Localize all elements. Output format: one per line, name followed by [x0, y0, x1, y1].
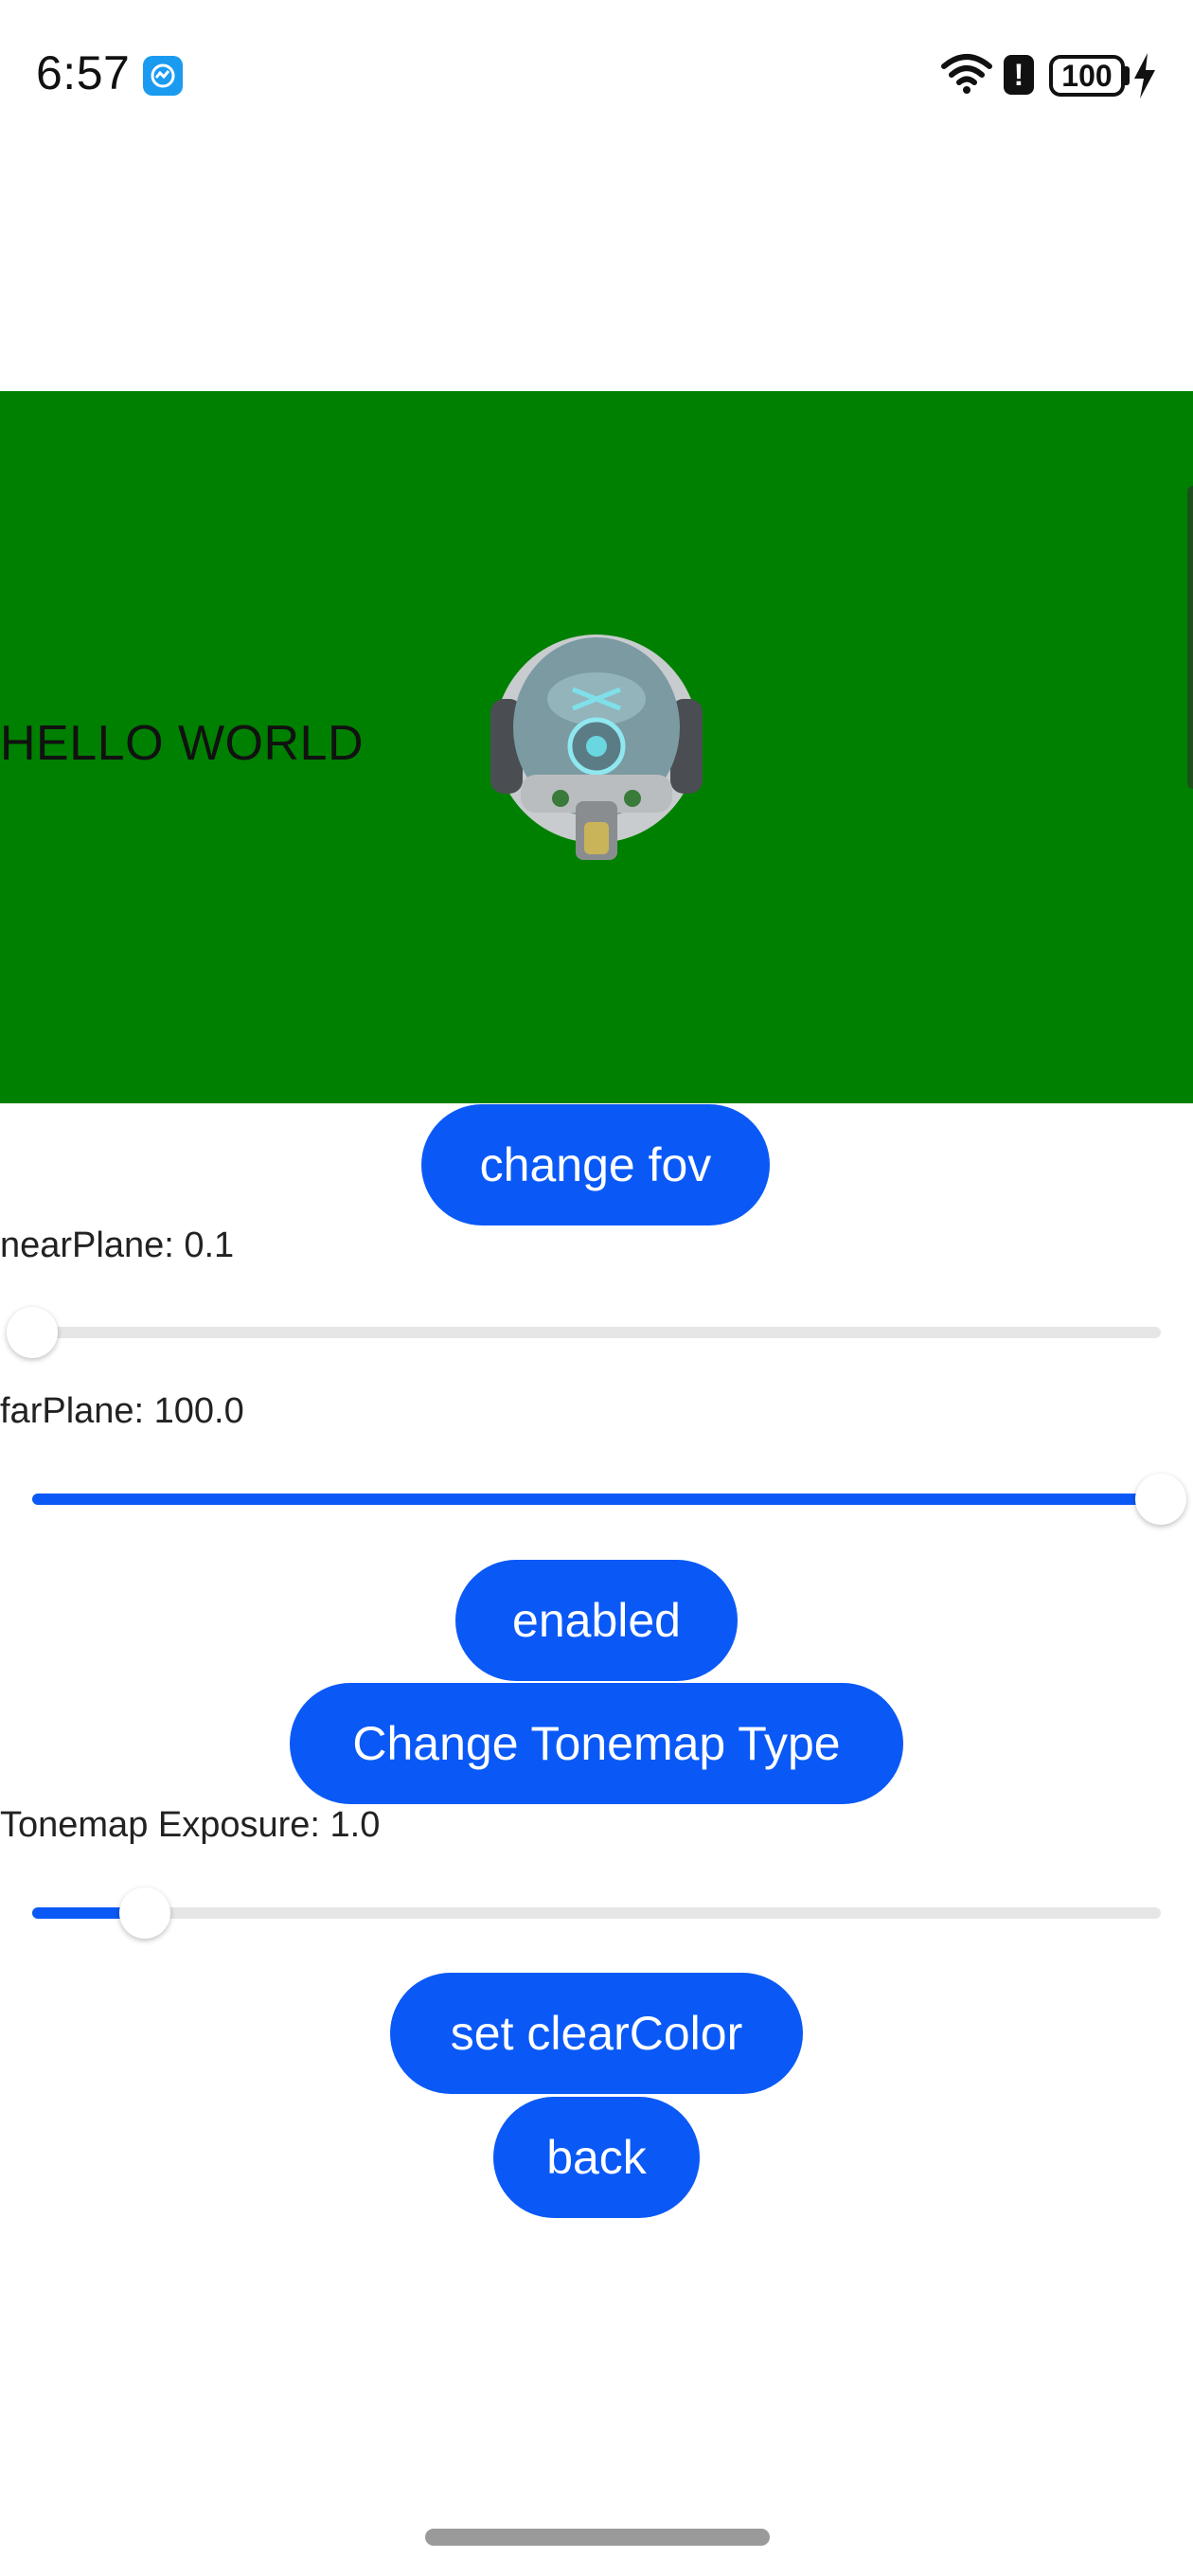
scene-view[interactable]: HELLO WORLD — [0, 391, 1193, 1103]
slider-thumb[interactable] — [1135, 1474, 1186, 1525]
alert-icon: ! — [1004, 55, 1034, 95]
status-bar: 6:57 ! 100 — [0, 0, 1193, 152]
far-plane-label: farPlane: 100.0 — [0, 1391, 244, 1431]
change-tonemap-type-button[interactable]: Change Tonemap Type — [290, 1683, 903, 1804]
near-plane-label: nearPlane: 0.1 — [0, 1225, 235, 1265]
slider-thumb[interactable] — [119, 1887, 171, 1939]
app-notification-icon — [143, 56, 183, 96]
wifi-icon — [941, 54, 992, 94]
slider-track — [32, 1327, 1161, 1338]
change-fov-button[interactable]: change fov — [421, 1104, 770, 1225]
far-plane-slider[interactable] — [32, 1468, 1186, 1525]
battery-icon: 100 — [1049, 55, 1125, 97]
near-plane-slider[interactable] — [7, 1301, 1161, 1358]
status-time: 6:57 — [36, 46, 131, 99]
enabled-button[interactable]: enabled — [455, 1560, 738, 1681]
home-indicator[interactable] — [425, 2529, 770, 2546]
helmet-model — [490, 635, 703, 860]
tonemap-exposure-slider[interactable] — [32, 1882, 1161, 1939]
tonemap-exposure-label: Tonemap Exposure: 1.0 — [0, 1805, 381, 1845]
slider-thumb[interactable] — [7, 1307, 58, 1358]
hello-world-text: HELLO WORLD — [0, 716, 365, 771]
charging-icon — [1134, 53, 1155, 98]
slider-fill — [32, 1494, 1161, 1505]
back-button[interactable]: back — [493, 2097, 700, 2218]
scene-edge — [1187, 486, 1193, 789]
slider-track — [32, 1907, 1161, 1919]
battery-nub — [1124, 66, 1130, 85]
set-clear-color-button[interactable]: set clearColor — [390, 1973, 803, 2094]
